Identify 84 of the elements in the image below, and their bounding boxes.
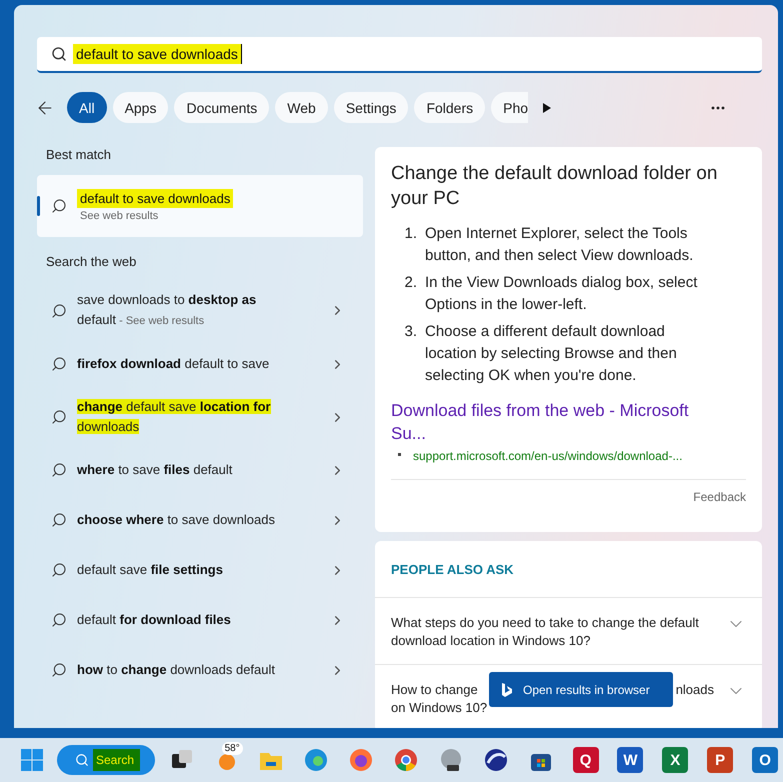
app-button[interactable]: Q	[568, 742, 604, 778]
more-icon	[711, 106, 725, 110]
result-url: support.microsoft.com/en-us/windows/download-...	[413, 449, 682, 463]
search-icon	[51, 356, 67, 372]
windows-logo-icon	[20, 748, 44, 772]
start-button[interactable]	[20, 748, 44, 772]
app-logo: O	[752, 747, 778, 773]
suggestion-text: firefox download default to save	[77, 355, 270, 373]
filter-tab[interactable]: Pho	[491, 92, 528, 123]
search-icon	[51, 302, 67, 318]
web-suggestion[interactable]: how to change downloads default	[37, 649, 363, 691]
filter-tab[interactable]: Documents	[174, 92, 270, 123]
web-suggestion[interactable]: default for download files	[37, 599, 363, 641]
best-match-title: default to save downloads	[77, 189, 234, 208]
app-button[interactable]: W	[612, 742, 648, 778]
question-text: How to change	[391, 681, 478, 699]
search-icon	[51, 562, 67, 578]
suggestion-text: save downloads to desktop as default - See web results	[77, 291, 258, 329]
filter-tab[interactable]: All	[67, 92, 107, 123]
bing-icon	[501, 682, 513, 698]
search-icon	[51, 512, 67, 528]
search-icon	[51, 409, 67, 425]
best-match-subtitle: See web results	[79, 210, 160, 222]
feedback-button[interactable]: Feedback	[693, 490, 746, 504]
suggestion-text: default for download files	[77, 611, 232, 629]
filter-tab[interactable]: Folders	[414, 92, 486, 123]
play-button[interactable]	[542, 102, 552, 114]
question-text: nloads	[676, 681, 714, 699]
search-icon	[51, 462, 67, 478]
open-in-browser-toast[interactable]: Open results in browser	[489, 672, 673, 707]
question-item[interactable]: What steps do you need to take to change the default download location in Windows 10?	[375, 598, 762, 665]
swirl-icon	[482, 747, 509, 773]
step-text: In the View Downloads dialog box, select Options in the lower-left.	[425, 273, 698, 315]
more-button[interactable]	[711, 106, 725, 110]
suggestion-text: how to change downloads default	[77, 661, 276, 679]
step-text: Open Internet Explorer, select the Tools button, and then select View downloads.	[425, 224, 694, 266]
app-button[interactable]: O	[747, 742, 783, 778]
people-also-ask-heading: PEOPLE ALSO ASK	[375, 541, 762, 598]
bullet-icon	[398, 453, 401, 456]
app-logo: W	[617, 747, 644, 773]
chrome-icon	[393, 747, 420, 773]
answer-title: Change the default download folder on your PC	[391, 162, 718, 211]
result-link[interactable]: Download files from the web - Microsoft Su...	[391, 399, 721, 445]
web-suggestion[interactable]: change default save location for downloads	[37, 393, 363, 441]
search-icon	[51, 46, 67, 62]
step-number: 1.	[403, 224, 418, 244]
suggestion-text: default save file settings	[77, 561, 224, 579]
weather-button[interactable]: 58°	[208, 742, 244, 778]
filter-tab[interactable]: Settings	[334, 92, 408, 123]
search-icon	[75, 753, 89, 767]
section-heading: Best match	[45, 147, 112, 162]
search-icon	[51, 662, 67, 678]
web-suggestion[interactable]: firefox download default to save	[37, 343, 363, 385]
search-query: default to save downloads	[73, 44, 242, 64]
web-suggestion[interactable]: default save file settings	[37, 549, 363, 591]
app-button[interactable]: X	[657, 742, 694, 778]
taskbar-search-button[interactable]: Search	[57, 745, 155, 775]
web-suggestion[interactable]: choose where to save downloads	[37, 499, 363, 541]
step-text: Choose a different default download location by selecting Browse and then selecting OK when you're done.	[425, 322, 678, 386]
filter-tab[interactable]: Web	[275, 92, 328, 123]
play-icon	[542, 102, 552, 114]
edge-icon	[303, 747, 330, 773]
step-number: 2.	[403, 273, 418, 293]
firefox-icon	[348, 747, 374, 773]
best-match-item[interactable]: default to save downloads See web results	[37, 175, 363, 237]
filter-tab[interactable]: Apps	[112, 92, 168, 123]
app-logo: X	[662, 747, 688, 773]
taskbar-search-label: Search	[93, 749, 140, 771]
search-icon	[51, 612, 67, 628]
app-logo: Q	[572, 747, 599, 773]
search-icon	[51, 198, 67, 214]
web-suggestion[interactable]: where to save files default	[37, 449, 363, 491]
app-logo: P	[707, 747, 734, 773]
suggestion-text: change default save location for downloads	[77, 398, 272, 436]
temperature: 58°	[222, 742, 243, 755]
suggestion-text: where to save files default	[77, 461, 234, 479]
section-heading: Search the web	[45, 254, 138, 269]
step-number: 3.	[403, 322, 418, 342]
question-text: on Windows 10?	[391, 700, 488, 715]
app-button[interactable]: P	[702, 742, 738, 778]
suggestion-text: choose where to save downloads	[77, 511, 276, 529]
question-text: What steps do you need to take to change the default download location in Windows 10?	[391, 615, 699, 648]
web-suggestion[interactable]: save downloads to desktop as default - See web results	[37, 286, 363, 335]
search-field[interactable]: default to save downloads	[37, 37, 762, 73]
